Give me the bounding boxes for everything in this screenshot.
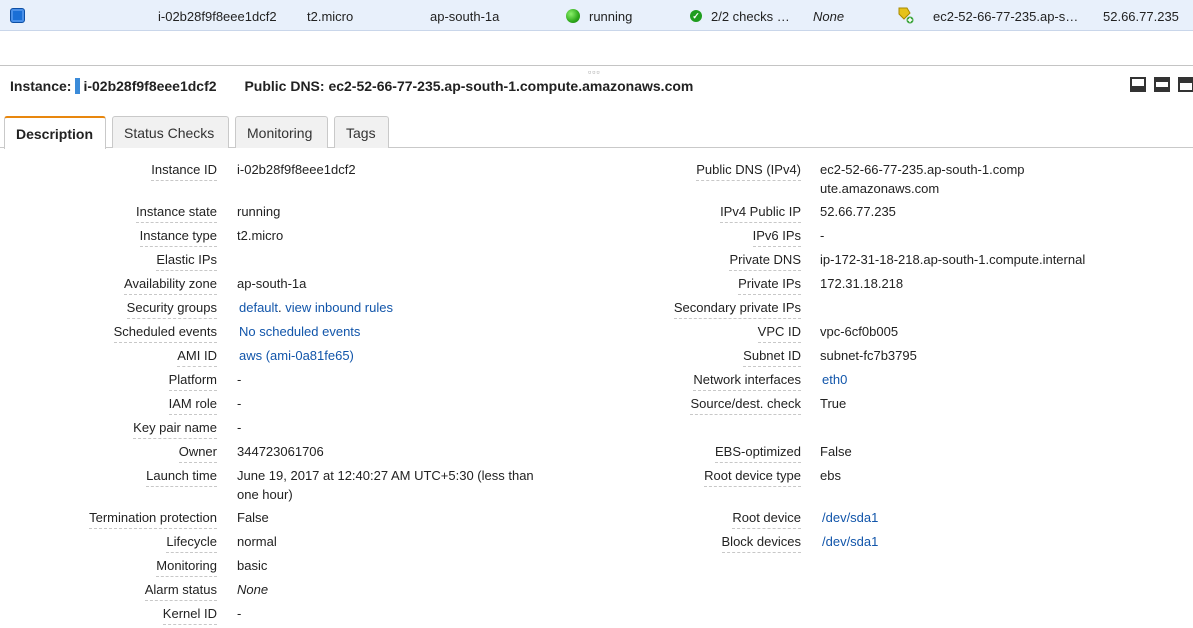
view-inbound-rules-link[interactable]: view inbound rules xyxy=(285,300,393,315)
value-source-dest-check: True xyxy=(820,396,847,411)
value-iam-role: - xyxy=(237,396,242,411)
label-instance-id: Instance ID xyxy=(151,162,217,181)
value-owner: 344723061706 xyxy=(237,444,324,459)
tab-description[interactable]: Description xyxy=(4,116,106,149)
value-network-interfaces[interactable]: eth0 xyxy=(822,370,847,389)
layout-bottom-icon[interactable] xyxy=(1130,77,1146,92)
label-source-dest-check: Source/dest. check xyxy=(690,396,801,415)
label-key-pair-name: Key pair name xyxy=(133,420,217,439)
security-group-link[interactable]: default xyxy=(239,300,278,315)
public-dns-label: Public DNS: xyxy=(244,78,325,94)
value-availability-zone: ap-south-1a xyxy=(237,276,307,291)
value-scheduled-events[interactable]: No scheduled events xyxy=(239,322,360,341)
value-ebs-optimized: False xyxy=(820,444,852,459)
label-security-groups: Security groups xyxy=(126,300,217,319)
value-launch-time: June 19, 2017 at 12:40:27 AM UTC+5:30 (l… xyxy=(237,468,534,502)
instance-header: Instance: i-02b28f9f8eee1dcf2 Public DNS:… xyxy=(10,78,693,94)
value-public-dns-ipv4: ec2-52-66-77-235.ap-south-1.compute.amaz… xyxy=(820,162,1025,196)
tab-tags[interactable]: Tags xyxy=(334,116,389,148)
value-ami-id[interactable]: aws (ami-0a81fe65) xyxy=(239,346,354,365)
security-group-separator: . xyxy=(278,300,282,315)
label-root-device-type: Root device type xyxy=(704,468,801,487)
value-key-pair-name: - xyxy=(237,420,242,435)
label-ami-id: AMI ID xyxy=(177,348,217,367)
row-instance-id: i-02b28f9f8eee1dcf2 xyxy=(158,9,277,24)
label-ipv6-ips: IPv6 IPs xyxy=(752,228,801,247)
tab-status-checks[interactable]: Status Checks xyxy=(112,116,229,148)
label-public-dns-ipv4: Public DNS (IPv4) xyxy=(696,162,801,181)
label-availability-zone: Availability zone xyxy=(124,276,217,295)
row-public-dns: ec2-52-66-77-235.ap-s… xyxy=(933,9,1079,24)
value-block-devices[interactable]: /dev/sda1 xyxy=(822,532,878,551)
label-launch-time: Launch time xyxy=(146,468,217,487)
value-ipv4-public-ip: 52.66.77.235 xyxy=(820,204,896,219)
row-instance-type: t2.micro xyxy=(307,9,354,24)
label-instance-state: Instance state xyxy=(136,204,217,223)
instance-header-id: i-02b28f9f8eee1dcf2 xyxy=(83,78,217,94)
label-secondary-private-ips: Secondary private IPs xyxy=(673,300,801,319)
label-subnet-id: Subnet ID xyxy=(743,348,801,367)
instance-row-selected[interactable]: i-02b28f9f8eee1dcf2 t2.micro ap-south-1a… xyxy=(0,0,1193,31)
key-pair-icon[interactable] xyxy=(898,7,914,24)
label-ebs-optimized: EBS-optimized xyxy=(715,444,801,463)
value-root-device-type: ebs xyxy=(820,468,841,483)
label-scheduled-events: Scheduled events xyxy=(113,324,217,343)
instance-color-bar xyxy=(75,78,81,94)
row-state: running xyxy=(589,9,633,24)
label-vpc-id: VPC ID xyxy=(757,324,801,343)
label-owner: Owner xyxy=(178,444,217,463)
value-security-groups: default. view inbound rules xyxy=(239,298,393,317)
label-root-device: Root device xyxy=(732,510,801,529)
value-instance-type: t2.micro xyxy=(237,228,284,243)
label-alarm-status: Alarm status xyxy=(144,582,217,601)
value-subnet-id: subnet-fc7b3795 xyxy=(820,348,917,363)
label-iam-role: IAM role xyxy=(168,396,217,415)
label-monitoring: Monitoring xyxy=(156,558,217,577)
checkbox-icon[interactable] xyxy=(10,8,25,23)
row-public-ip: 52.66.77.235 xyxy=(1103,9,1179,24)
value-private-ips: 172.31.18.218 xyxy=(820,276,904,291)
value-platform: - xyxy=(237,372,242,387)
value-termination-protection: False xyxy=(237,510,269,525)
value-instance-state: running xyxy=(237,204,281,219)
value-alarm-status: None xyxy=(237,582,269,597)
value-vpc-id: vpc-6cf0b005 xyxy=(820,324,899,339)
instance-label: Instance: xyxy=(10,78,72,94)
public-dns-value: ec2-52-66-77-235.ap-south-1.compute.amaz… xyxy=(328,78,694,94)
value-kernel-id: - xyxy=(237,606,242,621)
label-block-devices: Block devices xyxy=(721,534,801,553)
label-ipv4-public-ip: IPv4 Public IP xyxy=(720,204,801,223)
label-elastic-ips: Elastic IPs xyxy=(156,252,217,271)
pane-splitter[interactable] xyxy=(0,65,1193,66)
value-lifecycle: normal xyxy=(237,534,277,549)
value-monitoring: basic xyxy=(237,558,268,573)
label-platform: Platform xyxy=(168,372,217,391)
check-passed-icon: ✓ xyxy=(690,10,702,22)
label-network-interfaces: Network interfaces xyxy=(693,372,801,391)
label-private-ips: Private IPs xyxy=(738,276,801,295)
splitter-grip-icon[interactable]: ▫▫▫ xyxy=(588,67,601,77)
label-lifecycle: Lifecycle xyxy=(166,534,217,553)
row-availability-zone: ap-south-1a xyxy=(430,9,500,24)
layout-full-icon[interactable] xyxy=(1178,77,1193,92)
label-kernel-id: Kernel ID xyxy=(162,606,217,625)
value-ipv6-ips: - xyxy=(820,228,825,243)
row-alarm-status[interactable]: None xyxy=(813,9,844,24)
value-instance-id: i-02b28f9f8eee1dcf2 xyxy=(237,162,356,177)
row-status-checks[interactable]: 2/2 checks … xyxy=(711,9,790,24)
running-status-icon xyxy=(566,9,580,23)
tab-monitoring[interactable]: Monitoring xyxy=(235,116,328,148)
value-private-dns: ip-172-31-18-218.ap-south-1.compute.inte… xyxy=(820,252,1086,267)
layout-split-icon[interactable] xyxy=(1154,77,1170,92)
label-private-dns: Private DNS xyxy=(729,252,801,271)
label-instance-type: Instance type xyxy=(139,228,217,247)
value-root-device[interactable]: /dev/sda1 xyxy=(822,508,878,527)
label-termination-protection: Termination protection xyxy=(89,510,217,529)
